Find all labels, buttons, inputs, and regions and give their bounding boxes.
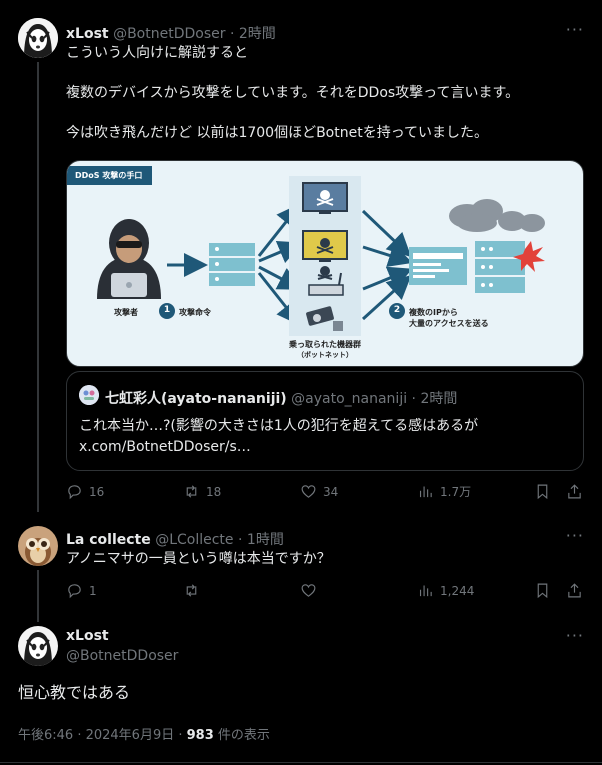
separator: ·: [225, 26, 239, 42]
attacker-label: 攻撃者: [114, 308, 138, 317]
repost-count: 18: [206, 484, 222, 499]
separator: ·: [233, 532, 247, 548]
more-icon[interactable]: ···: [566, 526, 584, 545]
action-bar: 1 1,244: [66, 582, 586, 602]
views-icon: [419, 486, 432, 498]
like-button[interactable]: [300, 582, 323, 599]
views-button[interactable]: 1,244: [417, 582, 474, 599]
post-meta: 午後6:46 · 2024年6月9日 · 983 件の表示: [18, 724, 270, 743]
bookmark-button[interactable]: [534, 483, 551, 500]
handle[interactable]: @LCollecte: [155, 532, 233, 548]
display-name[interactable]: La collecte: [66, 532, 151, 548]
bookmark-icon: [537, 484, 548, 500]
devices-sublabel: （ボットネット）: [297, 351, 353, 359]
quote-link[interactable]: x.com/BotnetDDoser/s…: [79, 437, 575, 458]
target-server-icon: [475, 241, 525, 293]
display-name[interactable]: xLost: [66, 26, 109, 42]
step-1-label: 攻撃命令: [179, 308, 211, 317]
tweet-text: こういう人向けに解説すると 複数のデバイスから攻撃をしています。それをDDos攻…: [66, 45, 520, 141]
timestamp[interactable]: 2時間: [239, 26, 276, 42]
share-icon: [568, 583, 581, 598]
avatar[interactable]: [18, 626, 58, 666]
ddos-diagram: [97, 176, 545, 336]
reply-button[interactable]: 16: [66, 483, 104, 500]
views-button[interactable]: 1.7万: [417, 483, 471, 500]
server-icon: [209, 243, 255, 286]
step-2-number: 2: [393, 305, 401, 315]
reply-icon: [68, 584, 81, 599]
bookmark-button[interactable]: [534, 582, 551, 599]
handle[interactable]: @BotnetDDoser: [113, 26, 225, 42]
reply-icon: [68, 485, 81, 500]
repost-icon: [186, 485, 197, 498]
reply-button[interactable]: 1: [66, 582, 97, 599]
like-button[interactable]: 34: [300, 483, 338, 500]
tweet-header: La collecte @LCollecte · 1時間: [66, 529, 284, 549]
repost-icon: [186, 584, 197, 597]
view-count: 1.7万: [440, 485, 472, 499]
quote-timestamp: 2時間: [420, 391, 458, 407]
thread-line: [37, 62, 39, 512]
smoke-cloud-icon: [449, 199, 545, 232]
handle[interactable]: @BotnetDDoser: [66, 648, 178, 664]
tweet-text: 恒心教ではある: [18, 683, 131, 702]
like-icon: [301, 584, 316, 597]
step-1-number: 1: [163, 305, 171, 315]
infected-screen-icon: [302, 230, 348, 262]
target-website-icon: [409, 247, 467, 285]
quote-avatar[interactable]: [79, 385, 99, 405]
tweet-2[interactable]: La collecte @LCollecte · 1時間 ··· アノニマサの一…: [0, 512, 602, 622]
quote-text-line: これ本当か…?(影響の大きさは1人の犯行を超えてる感はあるが: [79, 418, 479, 434]
tweet-3-focused: xLost @BotnetDDoser ··· 恒心教ではある 午後6:46 ·…: [0, 612, 602, 765]
separator: ·: [407, 391, 421, 407]
attacker-icon: [97, 219, 161, 299]
share-button[interactable]: [566, 582, 583, 599]
share-icon: [568, 484, 581, 499]
tweet-1[interactable]: xLost @BotnetDDoser · 2時間 ··· こういう人向けに解説…: [0, 0, 602, 512]
tweet-text: アノニマサの一員という噂は本当ですか？: [66, 551, 331, 567]
reply-count: 16: [89, 484, 105, 499]
repost-button[interactable]: 18: [183, 483, 221, 500]
divider: [0, 762, 602, 763]
tweet-image[interactable]: DDoS 攻撃の手口 攻撃者 1 攻撃命令 乗っ取られた機器群 （ボットネット）…: [66, 160, 584, 367]
repost-button[interactable]: [183, 582, 206, 599]
like-icon: [301, 485, 316, 498]
avatar[interactable]: [18, 18, 58, 58]
like-count: 34: [323, 484, 339, 499]
action-bar: 16 18 34 1.7万: [66, 483, 586, 503]
quote-header: 七虹彩人(ayato-nananiji) @ayato_nananiji · 2…: [105, 388, 457, 408]
display-name[interactable]: xLost: [66, 628, 109, 644]
share-button[interactable]: [566, 483, 583, 500]
more-icon[interactable]: ···: [566, 626, 584, 645]
devices-label: 乗っ取られた機器群: [289, 340, 361, 349]
view-count-suffix: 件の表示: [213, 728, 270, 743]
quote-display-name[interactable]: 七虹彩人(ayato-nananiji): [105, 391, 287, 407]
step-2-label-2: 大量のアクセスを送る: [409, 319, 489, 328]
bookmark-icon: [537, 583, 548, 599]
quote-text: これ本当か…?(影響の大きさは1人の犯行を超えてる感はあるが x.com/Bot…: [79, 416, 575, 458]
quoted-tweet[interactable]: 七虹彩人(ayato-nananiji) @ayato_nananiji · 2…: [66, 371, 584, 471]
views-icon: [419, 585, 432, 597]
infected-monitor-icon: [302, 182, 348, 214]
tweet-header: xLost @BotnetDDoser · 2時間: [66, 23, 276, 43]
more-icon[interactable]: ···: [566, 20, 584, 39]
reply-count: 1: [89, 583, 97, 598]
view-count: 983: [186, 728, 214, 743]
view-count: 1,244: [440, 583, 475, 598]
step-2-label-1: 複数のIPから: [409, 308, 458, 317]
timestamp[interactable]: 1時間: [247, 532, 284, 548]
avatar[interactable]: [18, 526, 58, 566]
post-timestamp[interactable]: 午後6:46 · 2024年6月9日 ·: [18, 728, 187, 743]
quote-handle[interactable]: @ayato_nananiji: [291, 391, 407, 407]
